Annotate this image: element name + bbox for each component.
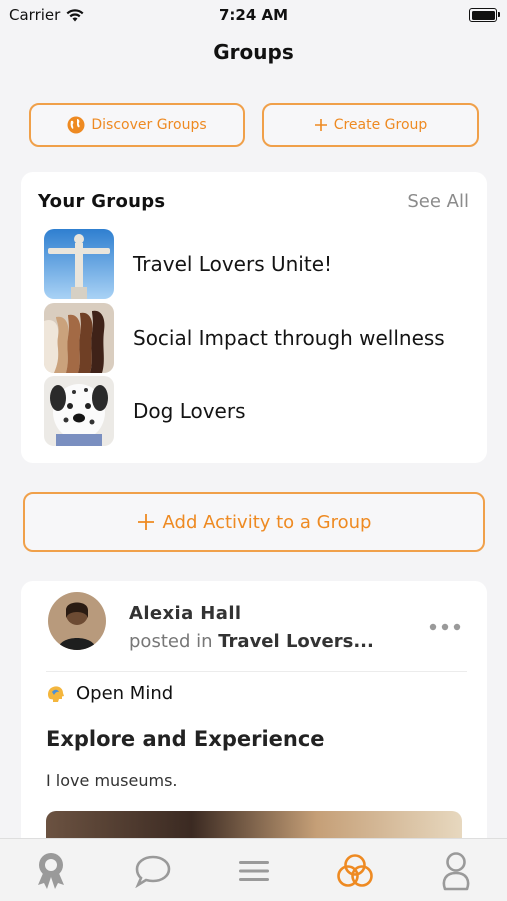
tab-achievements[interactable] bbox=[29, 849, 73, 893]
tab-groups[interactable] bbox=[333, 849, 377, 893]
add-activity-button[interactable]: Add Activity to a Group bbox=[23, 492, 485, 552]
battery-icon bbox=[469, 8, 500, 22]
group-name: Dog Lovers bbox=[133, 399, 246, 423]
group-name: Travel Lovers Unite! bbox=[133, 252, 333, 276]
open-mind-icon bbox=[48, 685, 64, 702]
discover-groups-button[interactable]: Discover Groups bbox=[29, 103, 245, 147]
post-body: I love museums. bbox=[46, 771, 178, 790]
create-group-button[interactable]: Create Group bbox=[262, 103, 479, 147]
discover-groups-label: Discover Groups bbox=[91, 117, 207, 133]
tab-profile[interactable] bbox=[434, 849, 478, 893]
your-groups-title: Your Groups bbox=[38, 191, 166, 212]
tab-messages[interactable] bbox=[131, 849, 175, 893]
group-thumbnail bbox=[44, 303, 114, 373]
group-thumbnail bbox=[44, 229, 114, 299]
post-category: Open Mind bbox=[46, 683, 173, 704]
group-row-social-impact[interactable]: Social Impact through wellness bbox=[44, 303, 445, 373]
award-icon bbox=[38, 853, 64, 889]
group-row-travel-lovers[interactable]: Travel Lovers Unite! bbox=[44, 229, 332, 299]
post-title: Explore and Experience bbox=[46, 727, 325, 751]
status-bar: Carrier 7:24 AM bbox=[0, 0, 507, 30]
avatar[interactable] bbox=[48, 592, 106, 650]
add-activity-label: Add Activity to a Group bbox=[162, 511, 372, 533]
page-title: Groups bbox=[213, 40, 294, 64]
group-row-dog-lovers[interactable]: Dog Lovers bbox=[44, 376, 246, 446]
post-author-name[interactable]: Alexia Hall bbox=[129, 603, 241, 624]
tab-bar bbox=[0, 838, 507, 901]
status-time: 7:24 AM bbox=[218, 6, 289, 24]
posted-in-label: posted in bbox=[129, 631, 213, 652]
plus-icon bbox=[314, 119, 327, 131]
post-divider bbox=[46, 671, 467, 672]
create-group-label: Create Group bbox=[333, 117, 428, 133]
activity-post-card[interactable]: Alexia Hall posted in Travel Lovers... O… bbox=[21, 581, 487, 851]
group-name: Social Impact through wellness bbox=[133, 326, 445, 350]
more-options-icon[interactable] bbox=[428, 619, 462, 635]
your-groups-card: Your Groups See All Travel Lovers Unite! bbox=[21, 172, 487, 463]
group-thumbnail bbox=[44, 376, 114, 446]
globe-icon bbox=[67, 116, 85, 134]
profile-icon bbox=[442, 852, 470, 891]
post-category-label: Open Mind bbox=[76, 683, 174, 704]
post-group-link[interactable]: Travel Lovers... bbox=[218, 631, 374, 652]
see-all-link[interactable]: See All bbox=[407, 191, 469, 212]
tab-menu[interactable] bbox=[232, 849, 276, 893]
groups-rings-icon bbox=[337, 854, 373, 887]
plus-icon bbox=[137, 514, 154, 530]
post-meta: posted in Travel Lovers... bbox=[129, 631, 374, 652]
menu-icon bbox=[239, 861, 269, 881]
chat-bubble-icon bbox=[135, 855, 171, 888]
